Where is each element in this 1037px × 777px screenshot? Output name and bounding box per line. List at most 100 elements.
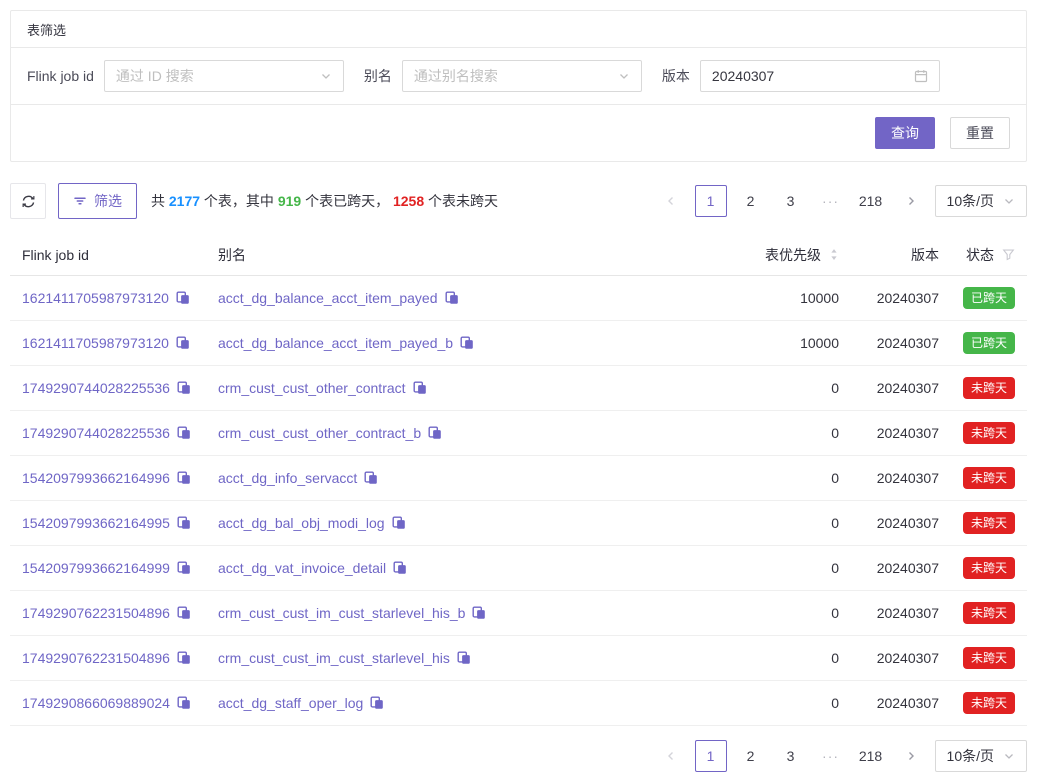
page-size-select[interactable]: 10条/页 <box>935 185 1027 217</box>
copy-icon[interactable] <box>428 426 442 440</box>
pagination-prev-button[interactable] <box>655 185 687 217</box>
pagination-page-2[interactable]: 2 <box>735 740 767 772</box>
version-value: 20240307 <box>839 515 939 531</box>
priority-value: 0 <box>689 605 839 621</box>
pagination-page-2[interactable]: 2 <box>735 185 767 217</box>
table-header-row: Flink job id 别名 表优先级 版本 状态 <box>10 234 1027 276</box>
filter-fields-row: Flink job id 通过 ID 搜索 别名 通过别名搜索 版本 20240… <box>11 48 1026 105</box>
alias-link[interactable]: crm_cust_cust_im_cust_starlevel_his <box>218 650 450 666</box>
version-date-input[interactable]: 20240307 <box>700 60 940 92</box>
version-value: 20240307 <box>839 425 939 441</box>
pagination-ellipsis[interactable]: ··· <box>815 185 847 217</box>
alias-link[interactable]: acct_dg_info_servacct <box>218 470 357 486</box>
stats-crossed-count: 919 <box>278 193 301 209</box>
copy-icon[interactable] <box>177 471 191 485</box>
alias-link[interactable]: acct_dg_balance_acct_item_payed <box>218 290 438 306</box>
stats-total-count: 2177 <box>169 193 200 209</box>
table-stats: 共 2177 个表，其中 919 个表已跨天， 1258 个表未跨天 <box>151 191 498 211</box>
pagination-prev-button[interactable] <box>655 740 687 772</box>
pagination-page-3[interactable]: 3 <box>775 185 807 217</box>
pagination-page-1[interactable]: 1 <box>695 185 727 217</box>
status-badge: 未跨天 <box>963 647 1015 669</box>
status-badge: 未跨天 <box>963 512 1015 534</box>
chevron-down-icon <box>320 70 332 82</box>
column-header-status[interactable]: 状态 <box>939 245 1015 265</box>
alias-link[interactable]: acct_dg_bal_obj_modi_log <box>218 515 385 531</box>
version-date-value: 20240307 <box>712 68 774 84</box>
alias-link[interactable]: crm_cust_cust_other_contract <box>218 380 406 396</box>
status-badge: 未跨天 <box>963 602 1015 624</box>
sorter-icon[interactable] <box>829 247 839 262</box>
pagination-page-218[interactable]: 218 <box>855 185 887 217</box>
page-size-select[interactable]: 10条/页 <box>935 740 1027 772</box>
page-size-value: 10条/页 <box>947 191 994 211</box>
alias-link[interactable]: crm_cust_cust_other_contract_b <box>218 425 421 441</box>
stats-text: 个表已跨天， <box>301 193 393 209</box>
copy-icon[interactable] <box>177 651 191 665</box>
pagination-page-218[interactable]: 218 <box>855 740 887 772</box>
pagination-page-1[interactable]: 1 <box>695 740 727 772</box>
flink-job-id-link[interactable]: 1749290866069889024 <box>22 695 170 711</box>
copy-icon[interactable] <box>177 696 191 710</box>
flink-job-id-link[interactable]: 1749290744028225536 <box>22 425 170 441</box>
reset-button[interactable]: 重置 <box>950 117 1010 149</box>
table-row: 1542097993662164999 acct_dg_vat_invoice_d… <box>10 546 1027 591</box>
table-row: 1621411705987973120 acct_dg_balance_acct_… <box>10 276 1027 321</box>
alias-link[interactable]: acct_dg_vat_invoice_detail <box>218 560 386 576</box>
pagination-ellipsis[interactable]: ··· <box>815 740 847 772</box>
pagination-page-3[interactable]: 3 <box>775 740 807 772</box>
flink-job-id-link[interactable]: 1621411705987973120 <box>22 335 169 351</box>
copy-icon[interactable] <box>177 561 191 575</box>
copy-icon[interactable] <box>472 606 486 620</box>
version-value: 20240307 <box>839 695 939 711</box>
filter-lines-icon <box>73 194 87 208</box>
flink-job-id-link[interactable]: 1749290762231504896 <box>22 605 170 621</box>
copy-icon[interactable] <box>177 426 191 440</box>
flink-job-id-placeholder: 通过 ID 搜索 <box>116 66 194 86</box>
copy-icon[interactable] <box>176 336 190 350</box>
stats-text: 个表未跨天 <box>424 193 498 209</box>
copy-icon[interactable] <box>177 516 191 530</box>
copy-icon[interactable] <box>177 606 191 620</box>
version-value: 20240307 <box>839 380 939 396</box>
flink-job-id-link[interactable]: 1542097993662164996 <box>22 470 170 486</box>
pagination-next-button[interactable] <box>895 740 927 772</box>
copy-icon[interactable] <box>370 696 384 710</box>
copy-icon[interactable] <box>392 516 406 530</box>
copy-icon[interactable] <box>177 381 191 395</box>
alias-link[interactable]: acct_dg_staff_oper_log <box>218 695 363 711</box>
table-row: 1621411705987973120 acct_dg_balance_acct_… <box>10 321 1027 366</box>
flink-job-id-link[interactable]: 1542097993662164999 <box>22 560 170 576</box>
funnel-icon[interactable] <box>1002 248 1015 261</box>
search-button[interactable]: 查询 <box>875 117 935 149</box>
filter-button-label: 筛选 <box>94 191 122 211</box>
column-header-priority[interactable]: 表优先级 <box>689 245 839 265</box>
table-row: 1542097993662164995 acct_dg_bal_obj_modi_… <box>10 501 1027 546</box>
version-value: 20240307 <box>839 605 939 621</box>
copy-icon[interactable] <box>413 381 427 395</box>
flink-job-id-link[interactable]: 1621411705987973120 <box>22 290 169 306</box>
pagination-next-button[interactable] <box>895 185 927 217</box>
copy-icon[interactable] <box>445 291 459 305</box>
flink-job-id-link[interactable]: 1542097993662164995 <box>22 515 170 531</box>
status-badge: 未跨天 <box>963 377 1015 399</box>
filter-button[interactable]: 筛选 <box>58 183 137 219</box>
copy-icon[interactable] <box>176 291 190 305</box>
flink-job-id-link[interactable]: 1749290762231504896 <box>22 650 170 666</box>
copy-icon[interactable] <box>393 561 407 575</box>
copy-icon[interactable] <box>460 336 474 350</box>
copy-icon[interactable] <box>457 651 471 665</box>
alias-link[interactable]: acct_dg_balance_acct_item_payed_b <box>218 335 453 351</box>
table-row: 1749290744028225536 crm_cust_cust_other_c… <box>10 366 1027 411</box>
status-badge: 已跨天 <box>963 332 1015 354</box>
alias-link[interactable]: crm_cust_cust_im_cust_starlevel_his_b <box>218 605 465 621</box>
priority-value: 0 <box>689 695 839 711</box>
refresh-button[interactable] <box>10 183 46 219</box>
version-field: 版本 20240307 <box>662 60 940 92</box>
alias-placeholder: 通过别名搜索 <box>414 66 498 86</box>
copy-icon[interactable] <box>364 471 378 485</box>
flink-job-id-select[interactable]: 通过 ID 搜索 <box>104 60 344 92</box>
status-badge: 未跨天 <box>963 557 1015 579</box>
alias-select[interactable]: 通过别名搜索 <box>402 60 642 92</box>
flink-job-id-link[interactable]: 1749290744028225536 <box>22 380 170 396</box>
